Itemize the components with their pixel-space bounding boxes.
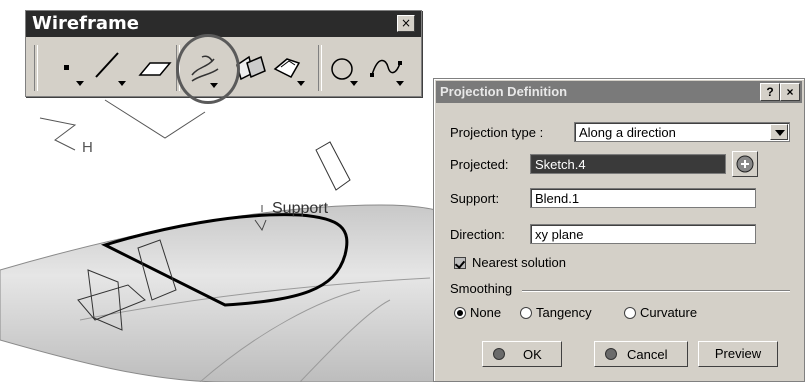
dialog-title-bar[interactable]: Projection Definition ? ×: [436, 81, 802, 103]
cancel-label: Cancel: [627, 347, 668, 362]
sketcher-icon: [736, 155, 754, 173]
dialog-close-button[interactable]: ×: [780, 83, 800, 101]
help-button[interactable]: ?: [760, 83, 780, 101]
smoothing-label: Smoothing: [450, 281, 513, 296]
toolbar-title-bar[interactable]: Wireframe ×: [26, 11, 421, 37]
highlight-ring: [176, 34, 240, 104]
circle-icon[interactable]: [326, 45, 366, 91]
direction-field[interactable]: xy plane: [530, 224, 756, 244]
sketcher-button[interactable]: [732, 151, 758, 177]
preview-button[interactable]: Preview: [698, 341, 778, 367]
smoothing-group-line: [522, 290, 790, 292]
projection-type-label: Projection type :: [450, 125, 544, 140]
smoothing-none-label: None: [470, 305, 502, 320]
ok-label: OK: [523, 347, 542, 362]
chevron-down-icon[interactable]: [770, 124, 788, 140]
toolbar-grip[interactable]: [34, 45, 38, 91]
toolbar-separator: [318, 45, 322, 91]
sketch-wire: [104, 99, 206, 139]
support-value: Blend.1: [535, 191, 580, 206]
projection-type-select[interactable]: Along a direction: [574, 122, 790, 142]
projection-type-value: Along a direction: [579, 125, 676, 140]
ok-icon: [493, 348, 505, 360]
support-field[interactable]: Blend.1: [530, 188, 756, 208]
toolbar-close-button[interactable]: ×: [397, 15, 415, 32]
blend-surface: [0, 204, 451, 382]
projected-value: Sketch.4: [535, 157, 586, 172]
label-h: H: [82, 139, 93, 156]
smoothing-tangency-label: Tangency: [536, 305, 592, 320]
direction-value: xy plane: [535, 227, 584, 242]
plane-indicator: [315, 141, 351, 191]
cancel-button[interactable]: Cancel: [594, 341, 688, 367]
projection-definition-dialog: Projection Definition ? × Projection typ…: [433, 78, 805, 382]
spline-icon[interactable]: [368, 45, 408, 91]
projected-label: Projected:: [450, 157, 509, 172]
offset-icon[interactable]: [269, 45, 309, 91]
smoothing-none-radio[interactable]: [454, 307, 466, 319]
plane-icon[interactable]: [134, 45, 174, 91]
label-support: Support: [272, 200, 329, 217]
nearest-solution-checkbox[interactable]: [454, 257, 466, 269]
smoothing-curvature-label: Curvature: [640, 305, 698, 320]
line-icon[interactable]: [92, 45, 132, 91]
sketch-wire: [39, 117, 77, 151]
point-icon[interactable]: [54, 45, 94, 91]
cancel-icon: [605, 348, 617, 360]
ok-button[interactable]: OK: [482, 341, 562, 367]
direction-label: Direction:: [450, 227, 505, 242]
projected-field[interactable]: Sketch.4: [530, 154, 726, 174]
smoothing-curvature-radio[interactable]: [624, 307, 636, 319]
dialog-title: Projection Definition: [440, 84, 568, 99]
smoothing-tangency-radio[interactable]: [520, 307, 532, 319]
support-label: Support:: [450, 191, 500, 206]
toolbar-title: Wireframe: [32, 13, 139, 34]
nearest-solution-label: Nearest solution: [472, 255, 566, 270]
